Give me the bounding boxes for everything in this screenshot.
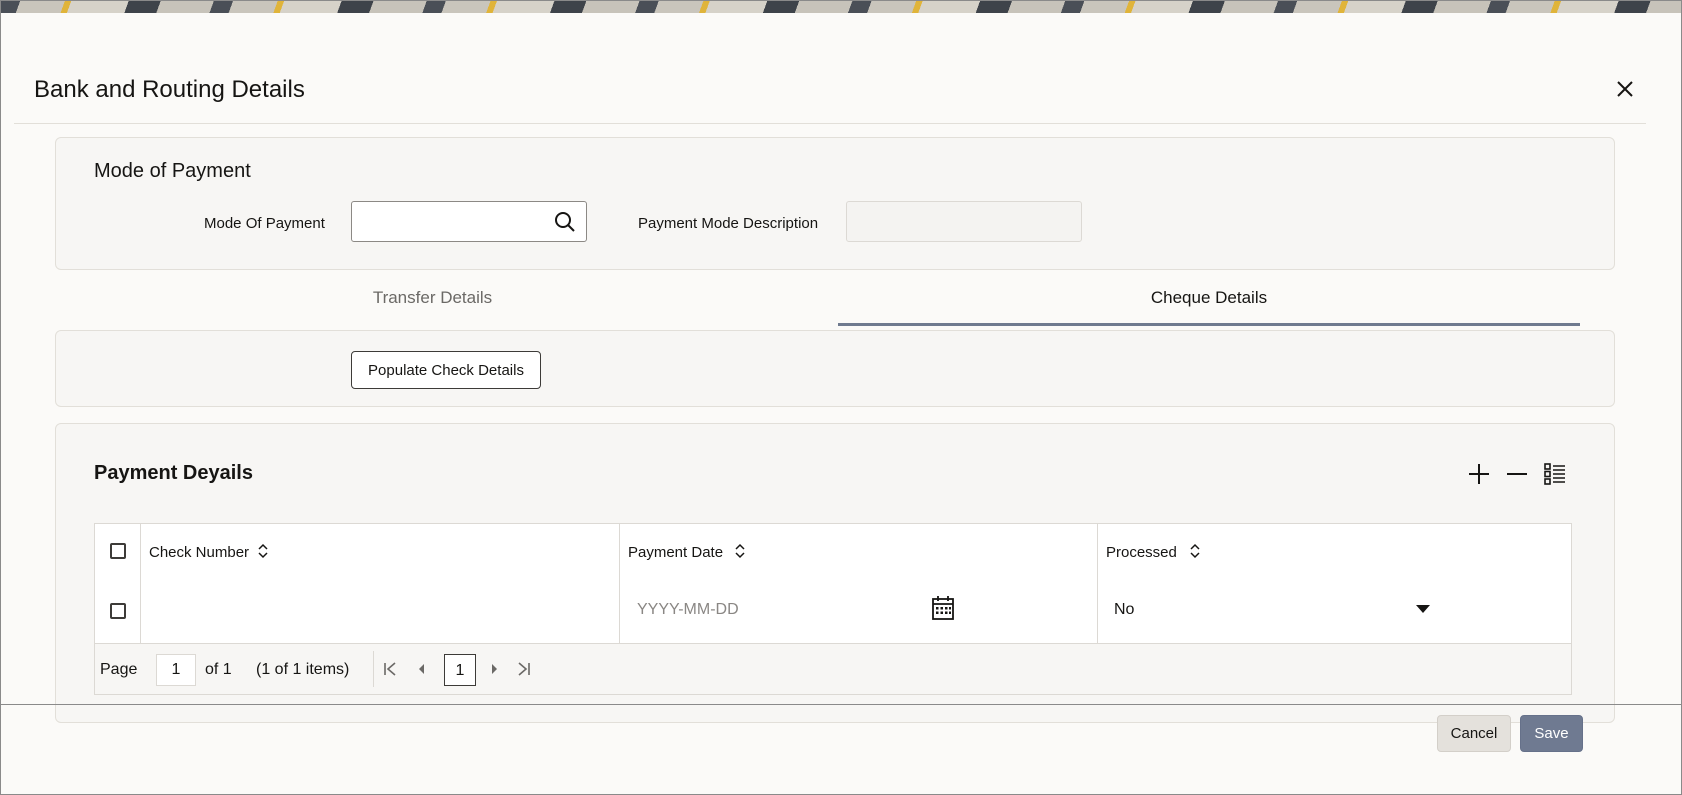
- add-icon[interactable]: [1466, 461, 1492, 487]
- dialog-title: Bank and Routing Details: [34, 76, 305, 103]
- last-page-icon[interactable]: [516, 661, 532, 677]
- column-header-processed[interactable]: Processed: [1106, 544, 1177, 561]
- save-button[interactable]: Save: [1520, 715, 1583, 752]
- column-divider: [140, 524, 141, 643]
- mode-of-payment-label: Mode Of Payment: [204, 215, 325, 232]
- payment-details-panel: Payment Deyails Check Number Payment Dat…: [55, 423, 1615, 723]
- column-divider: [619, 524, 620, 643]
- table-row[interactable]: YYYY-MM-DD No: [95, 579, 1571, 644]
- page-label: Page: [100, 661, 138, 678]
- tab-cheque-details[interactable]: Cheque Details: [838, 288, 1580, 308]
- footer-divider: [1, 704, 1681, 705]
- processed-select[interactable]: No: [1114, 601, 1134, 619]
- cheque-details-panel: Populate Check Details: [55, 330, 1615, 407]
- current-page-button[interactable]: 1: [444, 654, 476, 686]
- cancel-button[interactable]: Cancel: [1437, 715, 1511, 752]
- calendar-icon[interactable]: [931, 595, 955, 621]
- previous-page-icon[interactable]: [413, 661, 429, 677]
- page-total: of 1: [205, 661, 232, 678]
- payment-date-input[interactable]: YYYY-MM-DD: [637, 601, 739, 619]
- payment-details-table: Check Number Payment Date Processed YYYY…: [94, 523, 1572, 695]
- payment-mode-description-label: Payment Mode Description: [638, 215, 819, 232]
- header-banner: [1, 1, 1681, 13]
- header-divider: [14, 123, 1646, 124]
- mode-of-payment-title: Mode of Payment: [94, 160, 251, 182]
- tab-transfer-details[interactable]: Transfer Details: [55, 288, 810, 308]
- search-icon[interactable]: [554, 211, 576, 233]
- first-page-icon[interactable]: [382, 661, 398, 677]
- select-all-checkbox[interactable]: [110, 543, 126, 559]
- table-header: Check Number Payment Date Processed: [95, 524, 1571, 580]
- mode-of-payment-input[interactable]: [351, 201, 587, 242]
- page-number-input[interactable]: 1: [156, 654, 196, 686]
- sort-icon[interactable]: [1189, 542, 1201, 560]
- pagination: Page 1 of 1 (1 of 1 items) 1: [95, 643, 1571, 694]
- next-page-icon[interactable]: [487, 661, 503, 677]
- payment-mode-description-field: [846, 201, 1082, 242]
- pagination-divider: [373, 651, 374, 687]
- chevron-down-icon[interactable]: [1416, 605, 1430, 613]
- sort-icon[interactable]: [734, 542, 746, 560]
- remove-icon[interactable]: [1504, 461, 1530, 487]
- column-header-payment-date[interactable]: Payment Date: [628, 544, 723, 561]
- row-checkbox[interactable]: [110, 603, 126, 619]
- sort-icon[interactable]: [257, 542, 269, 560]
- columns-icon[interactable]: [1542, 461, 1568, 487]
- tab-selected-indicator: [838, 323, 1580, 326]
- mode-of-payment-panel: Mode of Payment Mode Of Payment Payment …: [55, 137, 1615, 270]
- items-count: (1 of 1 items): [256, 661, 350, 678]
- column-header-check-number[interactable]: Check Number: [149, 544, 249, 561]
- payment-details-title: Payment Deyails: [94, 462, 253, 484]
- column-divider: [1097, 524, 1098, 643]
- close-icon[interactable]: [1614, 78, 1636, 100]
- populate-check-details-button[interactable]: Populate Check Details: [351, 351, 541, 389]
